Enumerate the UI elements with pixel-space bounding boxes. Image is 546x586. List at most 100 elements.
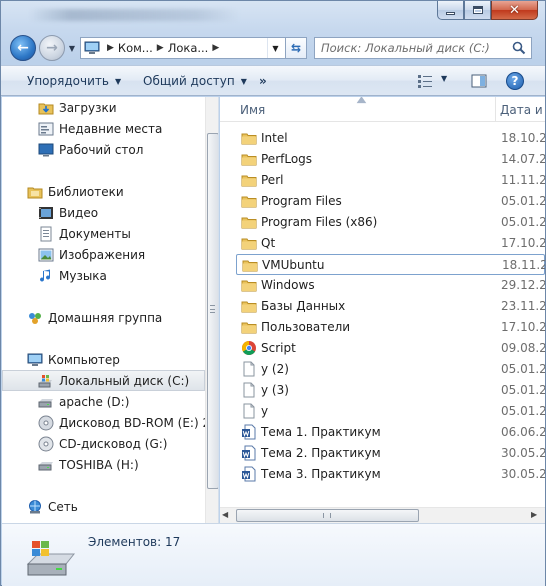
folder-icon bbox=[241, 175, 257, 187]
title-bar[interactable]: ✕ bbox=[1, 1, 545, 29]
file-name: Windows bbox=[261, 278, 315, 292]
column-header-name[interactable]: Имя bbox=[240, 103, 265, 117]
file-row[interactable]: Тема 1. Практикум 06.06.20 bbox=[236, 422, 545, 443]
nav-item-apache-d[interactable]: apache (D:) bbox=[2, 391, 205, 412]
file-date: 17.10.20 bbox=[501, 236, 545, 250]
nav-item-computer[interactable]: Компьютер bbox=[2, 349, 205, 370]
file-date: 05.01.20 bbox=[501, 404, 545, 418]
file-row[interactable]: Perl 11.11.20 bbox=[236, 170, 545, 191]
nav-item-cd-drive-g[interactable]: CD-дисковод (G:) bbox=[2, 433, 205, 454]
file-row[interactable]: y 05.01.20 bbox=[236, 401, 545, 422]
breadcrumb-separator[interactable]: ▶ bbox=[103, 43, 118, 53]
nav-item-network[interactable]: Сеть bbox=[2, 496, 205, 517]
file-date: 05.01.20 bbox=[501, 362, 545, 376]
back-arrow-icon: ← bbox=[17, 40, 29, 56]
nav-item-libraries[interactable]: Библиотеки bbox=[2, 181, 205, 202]
nav-item-desktop[interactable]: Рабочий стол bbox=[2, 139, 205, 160]
nav-item-pictures[interactable]: Изображения bbox=[2, 244, 205, 265]
nav-label: Недавние места bbox=[59, 121, 163, 136]
forward-button[interactable]: → bbox=[39, 35, 65, 61]
file-row[interactable]: Тема 2. Практикум 30.05.20 bbox=[236, 443, 545, 464]
nav-scrollbar[interactable] bbox=[205, 97, 218, 523]
nav-item-homegroup[interactable]: Домашняя группа bbox=[2, 307, 205, 328]
breadcrumb-separator[interactable]: ▶ bbox=[208, 43, 223, 53]
breadcrumb-separator[interactable]: ▶ bbox=[153, 43, 168, 53]
scroll-right-icon[interactable]: ▶ bbox=[531, 510, 537, 519]
nav-label: CD-дисковод (G:) bbox=[59, 436, 168, 451]
file-date: 09.08.20 bbox=[501, 341, 545, 355]
nav-item-toshiba-h[interactable]: TOSHIBA (H:) bbox=[2, 454, 205, 475]
homegroup-icon bbox=[29, 312, 41, 324]
column-header-date[interactable]: Дата и bbox=[500, 103, 543, 117]
file-row[interactable]: Пользователи 17.10.20 bbox=[236, 317, 545, 338]
maximize-button[interactable] bbox=[464, 1, 491, 20]
horizontal-scrollbar[interactable]: ◀ ▶ bbox=[220, 507, 545, 523]
file-list-pane: ▲ Имя Дата и Intel 18.10.20 PerfLogs 14.07.… bbox=[220, 97, 545, 523]
file-date: 18.11.20 bbox=[502, 258, 545, 272]
preview-pane-icon[interactable] bbox=[471, 74, 487, 88]
close-button[interactable]: ✕ bbox=[491, 1, 538, 20]
explorer-window: ✕ ← → ▼ ▶ Ком... ▶ Лока... ▶ ▼ ⇆ Поиск: … bbox=[0, 0, 546, 586]
refresh-button[interactable]: ⇆ bbox=[285, 37, 307, 59]
search-placeholder: Поиск: Локальный диск (C:) bbox=[321, 41, 490, 55]
file-row[interactable]: y (2) 05.01.20 bbox=[236, 359, 545, 380]
file-row[interactable]: Program Files 05.01.20 bbox=[236, 191, 545, 212]
breadcrumb-local-disk[interactable]: Лока... bbox=[168, 41, 209, 55]
file-name: Perl bbox=[261, 173, 284, 187]
nav-item-downloads[interactable]: Загрузки bbox=[2, 97, 205, 118]
minimize-button[interactable] bbox=[437, 1, 464, 20]
file-row[interactable]: Windows 29.12.20 bbox=[236, 275, 545, 296]
back-button[interactable]: ← bbox=[10, 35, 36, 61]
file-name: Qt bbox=[261, 236, 276, 250]
bd-rom-icon bbox=[38, 415, 54, 430]
computer-small-icon bbox=[81, 38, 103, 58]
file-row[interactable]: y (3) 05.01.20 bbox=[236, 380, 545, 401]
share-button[interactable]: Общий доступ ▼ bbox=[143, 66, 247, 96]
address-dropdown-button[interactable]: ▼ bbox=[267, 38, 283, 58]
file-name: Program Files bbox=[261, 194, 342, 208]
view-options-dropdown[interactable]: ▼ bbox=[441, 74, 447, 83]
computer-icon bbox=[27, 353, 43, 366]
navigation-pane: Загрузки Недавние места Рабочий стол Биб… bbox=[2, 97, 219, 523]
search-input[interactable]: Поиск: Локальный диск (C:) bbox=[314, 37, 532, 59]
refresh-icon: ⇆ bbox=[290, 41, 302, 55]
file-row[interactable]: VMUbuntu 18.11.20 bbox=[236, 254, 545, 275]
file-row[interactable]: Script 09.08.20 bbox=[236, 338, 545, 359]
more-commands-button[interactable]: » bbox=[259, 66, 267, 96]
breadcrumb-computer[interactable]: Ком... bbox=[118, 41, 153, 55]
file-row[interactable]: Qt 17.10.20 bbox=[236, 233, 545, 254]
details-pane: Элементов: 17 bbox=[2, 523, 545, 586]
file-row[interactable]: Базы Данных 23.11.20 bbox=[236, 296, 545, 317]
recent-pages-button[interactable]: ▼ bbox=[66, 42, 78, 54]
file-date: 29.12.20 bbox=[501, 278, 545, 292]
file-row[interactable]: Intel 18.10.20 bbox=[236, 128, 545, 149]
more-label: » bbox=[259, 74, 267, 88]
folder-icon bbox=[242, 260, 258, 272]
file-name: Script bbox=[261, 341, 296, 355]
horizontal-scrollbar-thumb[interactable] bbox=[236, 509, 419, 522]
nav-item-recent-places[interactable]: Недавние места bbox=[2, 118, 205, 139]
nav-item-local-disk-c[interactable]: Локальный диск (C:) bbox=[2, 370, 205, 391]
help-icon[interactable]: ? bbox=[506, 72, 524, 90]
cd-drive-icon bbox=[38, 436, 54, 451]
address-bar[interactable]: ▶ Ком... ▶ Лока... ▶ ▼ bbox=[80, 37, 306, 59]
drive-icon bbox=[38, 398, 53, 407]
nav-item-documents[interactable]: Документы bbox=[2, 223, 205, 244]
file-row[interactable]: Program Files (x86) 05.01.20 bbox=[236, 212, 545, 233]
file-icon bbox=[243, 361, 255, 377]
nav-item-video[interactable]: Видео bbox=[2, 202, 205, 223]
nav-item-bd-rom-e[interactable]: Дисковод BD-ROM (E:) 201 bbox=[2, 412, 205, 433]
file-name: Тема 2. Практикум bbox=[261, 446, 381, 460]
scroll-left-icon[interactable]: ◀ bbox=[222, 510, 228, 519]
documents-icon bbox=[40, 226, 52, 241]
scrollbar-grip bbox=[323, 513, 331, 518]
organize-button[interactable]: Упорядочить ▼ bbox=[27, 66, 121, 96]
file-row[interactable]: PerfLogs 14.07.20 bbox=[236, 149, 545, 170]
nav-item-music[interactable]: Музыка bbox=[2, 265, 205, 286]
column-divider[interactable] bbox=[495, 97, 496, 122]
chevron-down-icon: ▼ bbox=[68, 43, 76, 53]
folder-icon bbox=[241, 301, 257, 313]
change-view-icon[interactable] bbox=[417, 74, 433, 88]
file-row[interactable]: Тема 3. Практикум 30.05.20 bbox=[236, 464, 545, 485]
file-icon bbox=[243, 403, 255, 419]
